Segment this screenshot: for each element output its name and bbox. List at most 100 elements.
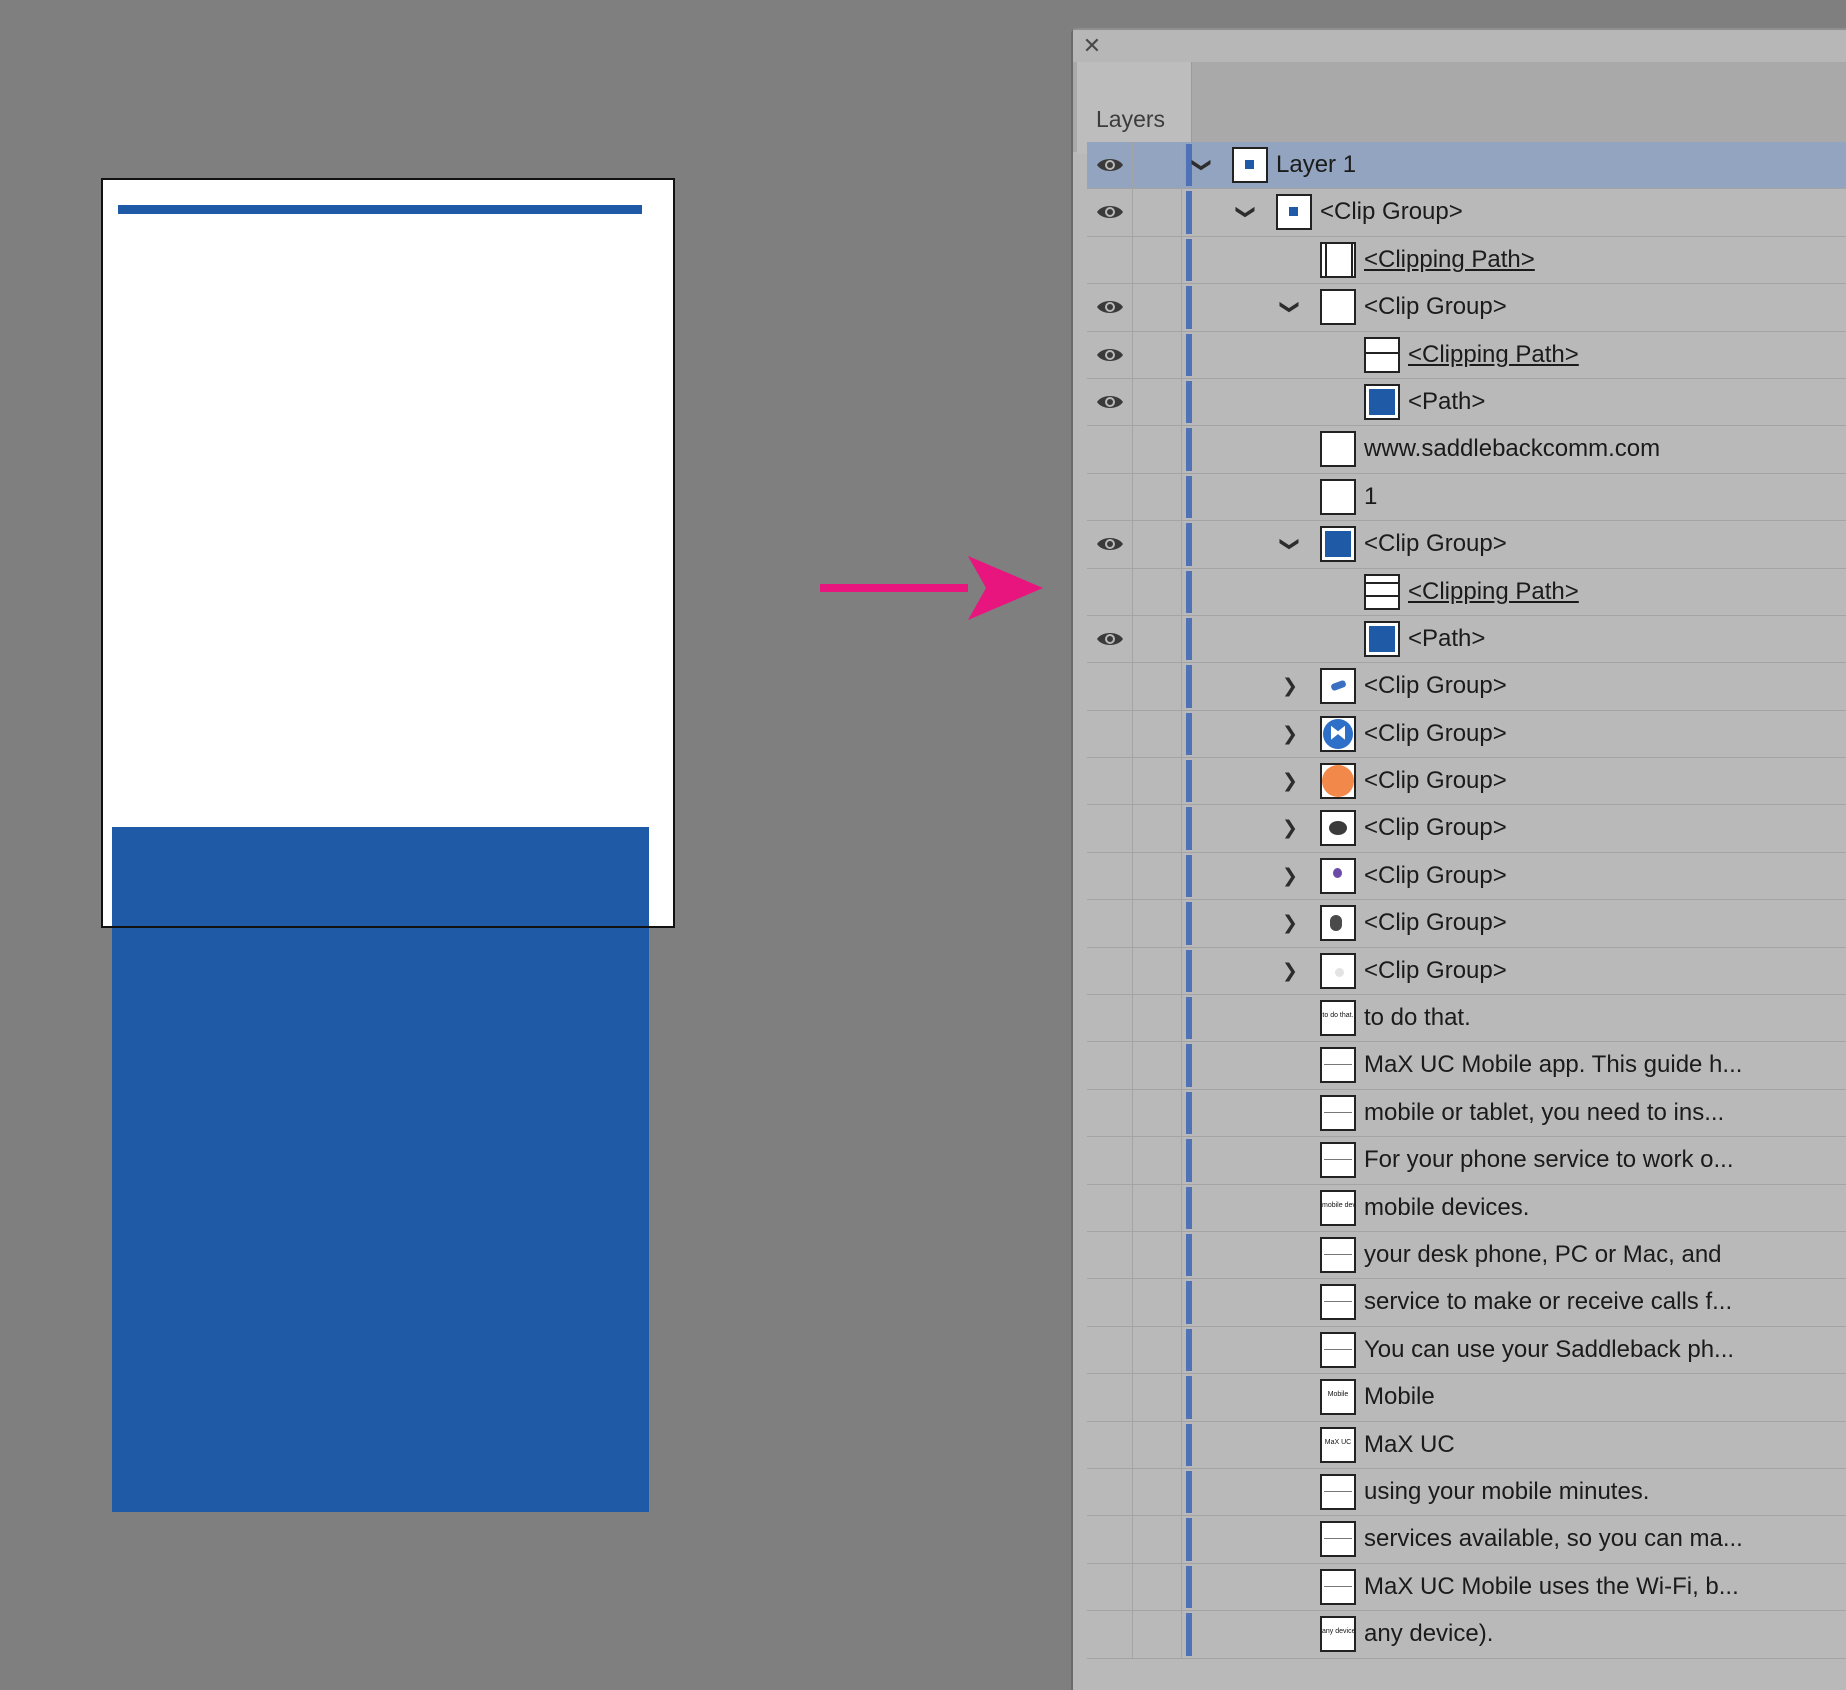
layer-name[interactable]: any device). <box>1364 1620 1493 1648</box>
layer-name[interactable]: <Clipping Path> <box>1408 341 1579 369</box>
layer-name[interactable]: MaX UC <box>1364 1431 1455 1459</box>
visibility-toggle[interactable] <box>1087 758 1133 805</box>
layer-name[interactable]: <Clip Group> <box>1364 672 1507 700</box>
lock-toggle[interactable] <box>1133 1279 1182 1326</box>
lock-toggle[interactable] <box>1133 710 1182 758</box>
lock-toggle[interactable] <box>1133 378 1182 426</box>
visibility-toggle[interactable] <box>1087 142 1133 189</box>
visibility-toggle[interactable] <box>1087 1184 1133 1231</box>
layer-row[interactable]: www.saddlebackcomm.com <box>1087 426 1846 474</box>
visibility-toggle[interactable] <box>1087 284 1133 331</box>
layer-name[interactable]: services available, so you can ma... <box>1364 1525 1743 1553</box>
layer-row[interactable]: <Clipping Path> <box>1087 331 1846 379</box>
chevron-down-icon[interactable]: ❯ <box>1279 533 1301 555</box>
visibility-toggle[interactable] <box>1087 663 1133 710</box>
eye-icon[interactable] <box>1096 393 1124 411</box>
lock-toggle[interactable] <box>1133 236 1182 284</box>
lock-toggle[interactable] <box>1133 900 1182 947</box>
layer-row[interactable]: ❯ <Clip Group> <box>1087 947 1846 996</box>
layer-row[interactable]: MaX UC Mobile app. This guide h... <box>1087 1042 1846 1090</box>
eye-icon[interactable] <box>1096 535 1124 553</box>
lock-toggle[interactable] <box>1133 142 1182 189</box>
lock-toggle[interactable] <box>1133 1089 1182 1137</box>
visibility-toggle[interactable] <box>1087 1468 1133 1516</box>
layer-row[interactable]: 1 <box>1087 473 1846 522</box>
lock-toggle[interactable] <box>1133 1042 1182 1089</box>
chevron-down-icon[interactable]: ❯ <box>1279 296 1301 318</box>
panel-title-bar[interactable]: ✕ <box>1073 30 1846 62</box>
lock-toggle[interactable] <box>1133 568 1182 615</box>
layer-row[interactable]: service to make or receive calls f... <box>1087 1279 1846 1327</box>
layer-row[interactable]: ❯ <Clip Group> <box>1087 189 1846 237</box>
layer-name[interactable]: Layer 1 <box>1276 151 1356 179</box>
layer-row[interactable]: MaX UC MaX UC <box>1087 1421 1846 1469</box>
layer-name[interactable]: <Path> <box>1408 625 1485 653</box>
lock-toggle[interactable] <box>1133 1184 1182 1231</box>
visibility-toggle[interactable] <box>1087 900 1133 947</box>
layer-name[interactable]: mobile or tablet, you need to ins... <box>1364 1099 1724 1127</box>
visibility-toggle[interactable] <box>1087 1374 1133 1421</box>
visibility-toggle[interactable] <box>1087 331 1133 378</box>
layer-name[interactable]: your desk phone, PC or Mac, and <box>1364 1241 1722 1269</box>
layer-row[interactable]: MaX UC Mobile uses the Wi-Fi, b... <box>1087 1563 1846 1612</box>
lock-toggle[interactable] <box>1133 1611 1182 1658</box>
layer-row[interactable]: For your phone service to work o... <box>1087 1137 1846 1185</box>
eye-icon[interactable] <box>1096 156 1124 174</box>
layer-row[interactable]: ❯ <Clip Group> <box>1087 900 1846 948</box>
visibility-toggle[interactable] <box>1087 805 1133 852</box>
tab-layers[interactable]: Layers <box>1077 62 1192 154</box>
layer-name[interactable]: service to make or receive calls f... <box>1364 1288 1732 1316</box>
chevron-right-icon[interactable]: ❯ <box>1279 817 1301 839</box>
layer-name[interactable]: <Clip Group> <box>1364 814 1507 842</box>
layer-row[interactable]: <Clipping Path> <box>1087 236 1846 285</box>
layer-row[interactable]: ❯ <Clip Group> <box>1087 758 1846 806</box>
chevron-down-icon[interactable]: ❯ <box>1191 154 1213 176</box>
lock-toggle[interactable] <box>1133 521 1182 568</box>
chevron-right-icon[interactable]: ❯ <box>1279 912 1301 934</box>
layer-row[interactable]: ❯ <Clip Group> <box>1087 663 1846 711</box>
layer-name[interactable]: <Clip Group> <box>1364 909 1507 937</box>
layer-name[interactable]: <Clipping Path> <box>1364 246 1535 274</box>
visibility-toggle[interactable] <box>1087 1516 1133 1563</box>
layer-name[interactable]: For your phone service to work o... <box>1364 1146 1734 1174</box>
layer-name[interactable]: using your mobile minutes. <box>1364 1478 1649 1506</box>
layer-name[interactable]: <Path> <box>1408 388 1485 416</box>
chevron-right-icon[interactable]: ❯ <box>1279 770 1301 792</box>
layer-name[interactable]: You can use your Saddleback ph... <box>1364 1336 1734 1364</box>
lock-toggle[interactable] <box>1133 758 1182 805</box>
visibility-toggle[interactable] <box>1087 1326 1133 1374</box>
layer-row[interactable]: ❯ <Clip Group> <box>1087 805 1846 853</box>
lock-toggle[interactable] <box>1133 615 1182 663</box>
chevron-right-icon[interactable]: ❯ <box>1279 960 1301 982</box>
chevron-right-icon[interactable]: ❯ <box>1279 865 1301 887</box>
visibility-toggle[interactable] <box>1087 1042 1133 1089</box>
visibility-toggle[interactable] <box>1087 1137 1133 1184</box>
visibility-toggle[interactable] <box>1087 378 1133 426</box>
layer-name[interactable]: <Clip Group> <box>1364 720 1507 748</box>
visibility-toggle[interactable] <box>1087 1611 1133 1658</box>
layer-row[interactable]: ❯ Layer 1 <box>1087 142 1846 190</box>
layer-row[interactable]: <Clipping Path> <box>1087 568 1846 616</box>
layer-name[interactable]: <Clip Group> <box>1364 293 1507 321</box>
lock-toggle[interactable] <box>1133 947 1182 995</box>
layer-row[interactable]: ❯ <Clip Group> <box>1087 852 1846 901</box>
chevron-right-icon[interactable]: ❯ <box>1279 723 1301 745</box>
lock-toggle[interactable] <box>1133 805 1182 852</box>
layer-name[interactable]: mobile devices. <box>1364 1194 1529 1222</box>
layer-row[interactable]: to do that. to do that. <box>1087 995 1846 1043</box>
visibility-toggle[interactable] <box>1087 189 1133 236</box>
layer-row[interactable]: your desk phone, PC or Mac, and <box>1087 1231 1846 1280</box>
visibility-toggle[interactable] <box>1087 521 1133 568</box>
lock-toggle[interactable] <box>1133 331 1182 378</box>
lock-toggle[interactable] <box>1133 1326 1182 1374</box>
layer-row[interactable]: <Path> <box>1087 615 1846 664</box>
lock-toggle[interactable] <box>1133 1421 1182 1468</box>
lock-toggle[interactable] <box>1133 1137 1182 1184</box>
layer-row[interactable]: services available, so you can ma... <box>1087 1516 1846 1564</box>
layer-row[interactable]: ❯ <Clip Group> <box>1087 710 1846 759</box>
layer-name[interactable]: MaX UC Mobile app. This guide h... <box>1364 1051 1742 1079</box>
visibility-toggle[interactable] <box>1087 1421 1133 1468</box>
layer-name[interactable]: www.saddlebackcomm.com <box>1364 435 1660 463</box>
visibility-toggle[interactable] <box>1087 1563 1133 1611</box>
lock-toggle[interactable] <box>1133 852 1182 900</box>
